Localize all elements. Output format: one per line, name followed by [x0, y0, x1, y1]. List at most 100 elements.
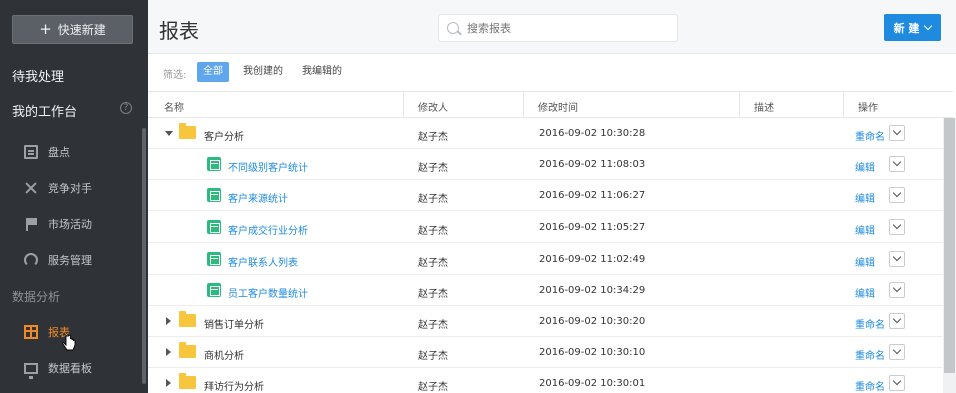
edit-link[interactable]: 编辑 — [855, 254, 875, 269]
row-modifier: 赵子杰 — [418, 194, 448, 205]
caret-right-icon[interactable] — [166, 348, 171, 356]
sidebar: + 快速新建 待我处理 我的工作台 ? 盘点 竞争对手 市场活动 服务管理 数据… — [0, 0, 148, 393]
search-icon — [447, 22, 459, 34]
row-name[interactable]: 商机分析 — [204, 347, 244, 362]
column-divider — [523, 92, 524, 118]
search-input[interactable] — [467, 21, 657, 35]
sidebar-item-workspace[interactable]: 我的工作台 — [12, 101, 77, 120]
row-time: 2016-09-02 11:05:27 — [539, 222, 646, 233]
report-icon — [207, 220, 221, 234]
table-row[interactable]: 客户分析 赵子杰 2016-09-02 10:30:28 重命名 — [148, 118, 943, 149]
scrollbar-thumb[interactable] — [944, 118, 955, 373]
edit-link[interactable]: 编辑 — [855, 285, 875, 300]
rename-link[interactable]: 重命名 — [855, 347, 885, 362]
headset-icon — [24, 253, 38, 267]
row-menu-dropdown[interactable] — [889, 187, 905, 203]
quick-new-label: 快速新建 — [57, 23, 106, 37]
row-name[interactable]: 销售订单分析 — [204, 316, 264, 331]
sidebar-item-service[interactable]: 服务管理 — [0, 242, 140, 278]
column-description[interactable]: 描述 — [754, 99, 774, 114]
caret-right-icon[interactable] — [166, 317, 171, 325]
column-divider — [843, 92, 844, 118]
table-row[interactable]: 客户联系人列表 赵子杰 2016-09-02 11:02:49 编辑 — [148, 244, 943, 275]
report-icon — [207, 188, 221, 202]
edit-link[interactable]: 编辑 — [855, 159, 875, 174]
row-menu-dropdown[interactable] — [889, 251, 905, 267]
sidebar-item-dashboard[interactable]: 数据看板 — [0, 350, 140, 386]
table-row[interactable]: 不同级别客户统计 赵子杰 2016-09-02 11:08:03 编辑 — [148, 149, 943, 180]
sidebar-item-competitors[interactable]: 竞争对手 — [0, 170, 140, 206]
row-name[interactable]: 员工客户数量统计 — [228, 285, 308, 300]
row-modifier: 赵子杰 — [418, 351, 448, 362]
row-menu-dropdown[interactable] — [889, 344, 905, 360]
folder-icon — [179, 123, 196, 139]
row-modifier: 赵子杰 — [418, 163, 448, 174]
row-name[interactable]: 客户分析 — [204, 128, 244, 143]
row-name[interactable]: 客户成交行业分析 — [228, 222, 308, 237]
sidebar-item-pending[interactable]: 待我处理 — [12, 66, 64, 85]
edit-link[interactable]: 编辑 — [855, 190, 875, 205]
table-row[interactable]: 客户成交行业分析 赵子杰 2016-09-02 11:05:27 编辑 — [148, 212, 943, 243]
report-icon — [207, 283, 221, 297]
sidebar-scrollbar[interactable] — [142, 128, 146, 384]
row-modifier: 赵子杰 — [418, 132, 448, 143]
chevron-down-icon — [924, 21, 933, 31]
filter-edited-by-me[interactable]: 我编辑的 — [296, 62, 348, 82]
sidebar-item-label: 服务管理 — [48, 254, 92, 267]
rename-link[interactable]: 重命名 — [855, 128, 885, 143]
new-button[interactable]: 新 建 — [884, 14, 941, 41]
table-row[interactable]: 客户来源统计 赵子杰 2016-09-02 11:06:27 编辑 — [148, 180, 943, 211]
new-button-label: 新 建 — [893, 21, 920, 35]
column-modifier[interactable]: 修改人 — [418, 99, 448, 114]
table-row[interactable]: 员工客户数量统计 赵子杰 2016-09-02 10:34:29 编辑 — [148, 275, 943, 306]
sidebar-item-inventory[interactable]: 盘点 — [0, 134, 140, 170]
row-name[interactable]: 不同级别客户统计 — [228, 159, 308, 174]
row-menu-dropdown[interactable] — [889, 375, 905, 391]
main-scrollbar[interactable] — [943, 118, 956, 393]
report-icon — [207, 157, 221, 171]
crossed-tools-icon — [24, 181, 38, 195]
rename-link[interactable]: 重命名 — [855, 316, 885, 331]
row-menu-dropdown[interactable] — [889, 282, 905, 298]
column-modified-time[interactable]: 修改时间 — [538, 99, 578, 114]
filter-created-by-me[interactable]: 我创建的 — [237, 62, 289, 82]
search-box[interactable] — [438, 14, 678, 42]
sidebar-item-marketing[interactable]: 市场活动 — [0, 206, 140, 242]
sidebar-item-label: 市场活动 — [48, 218, 92, 231]
row-time: 2016-09-02 10:30:10 — [539, 347, 646, 358]
page-title: 报表 — [159, 19, 199, 43]
row-modifier: 赵子杰 — [418, 320, 448, 331]
row-time: 2016-09-02 10:30:01 — [539, 378, 646, 389]
row-modifier: 赵子杰 — [418, 382, 448, 393]
row-time: 2016-09-02 10:30:20 — [539, 316, 646, 327]
column-name[interactable]: 名称 — [164, 99, 184, 114]
quick-new-button[interactable]: + 快速新建 — [12, 15, 133, 44]
hand-cursor-icon — [62, 335, 76, 351]
row-menu-dropdown[interactable] — [889, 156, 905, 172]
row-name[interactable]: 客户来源统计 — [228, 190, 288, 205]
row-modifier: 赵子杰 — [418, 226, 448, 237]
caret-right-icon[interactable] — [166, 379, 171, 387]
table-row[interactable]: 销售订单分析 赵子杰 2016-09-02 10:30:20 重命名 — [148, 306, 943, 337]
column-divider — [739, 92, 740, 118]
row-name[interactable]: 拜访行为分析 — [204, 378, 264, 393]
row-menu-dropdown[interactable] — [889, 125, 905, 141]
column-actions: 操作 — [858, 103, 878, 114]
report-icon — [207, 252, 221, 266]
filter-bar: 筛选: 全部 我创建的 我编辑的 — [148, 56, 956, 88]
rename-link[interactable]: 重命名 — [855, 378, 885, 393]
help-icon[interactable]: ? — [120, 102, 132, 114]
row-menu-dropdown[interactable] — [889, 219, 905, 235]
table-row[interactable]: 商机分析 赵子杰 2016-09-02 10:30:10 重命名 — [148, 337, 943, 368]
caret-down-icon[interactable] — [165, 131, 173, 136]
row-menu-dropdown[interactable] — [889, 313, 905, 329]
sidebar-item-label: 盘点 — [48, 146, 70, 159]
row-time: 2016-09-02 11:06:27 — [539, 190, 646, 201]
table-row[interactable]: 拜访行为分析 赵子杰 2016-09-02 10:30:01 重命名 — [148, 368, 943, 393]
row-time: 2016-09-02 11:08:03 — [539, 159, 646, 170]
edit-link[interactable]: 编辑 — [855, 222, 875, 237]
row-name[interactable]: 客户联系人列表 — [228, 254, 298, 269]
filter-all[interactable]: 全部 — [197, 62, 229, 82]
row-modifier: 赵子杰 — [418, 289, 448, 300]
clipboard-icon — [24, 145, 38, 159]
